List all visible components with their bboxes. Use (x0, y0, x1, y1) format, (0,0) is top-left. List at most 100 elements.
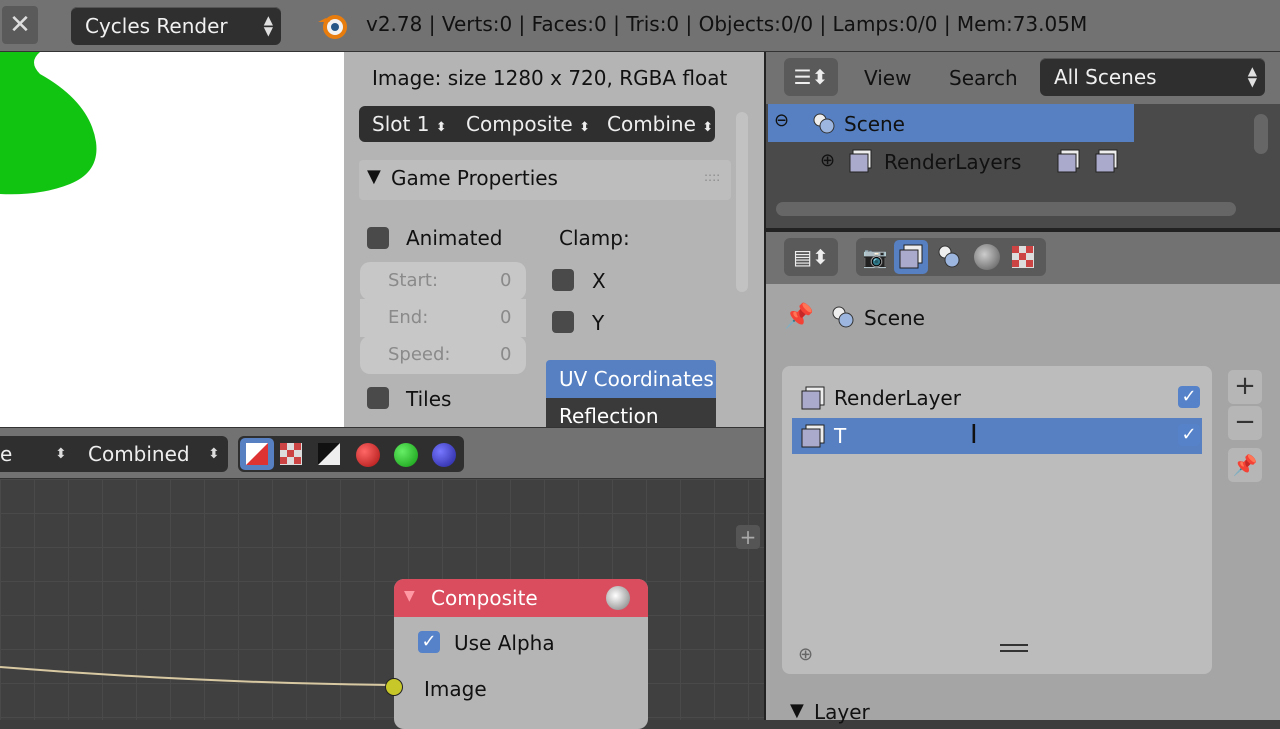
up-down-icon: ▲ ▼ (263, 13, 273, 38)
composite-node[interactable]: ▼ Composite ✓ Use Alpha Image (394, 579, 648, 729)
drag-handle-icon[interactable]: :::: (704, 170, 720, 184)
alpha-checker-icon[interactable] (278, 440, 304, 468)
render-layer-icon (798, 384, 826, 412)
panel-scrollbar[interactable] (736, 112, 748, 292)
pass-dropdown[interactable]: Combined (88, 442, 190, 466)
render-layer-enabled-checkbox[interactable]: ✓ (1178, 386, 1200, 408)
properties-header: ▤⬍ 📷 (766, 232, 1280, 284)
scene-icon (830, 304, 856, 330)
context-scene-label: Scene (864, 306, 925, 330)
scene-statistics: v2.78 | Verts:0 | Faces:0 | Tris:0 | Obj… (366, 12, 1088, 36)
image-editor-header: e ⬍ Combined ⬍ (0, 427, 764, 479)
add-layer-button[interactable]: + (1228, 370, 1262, 404)
outliner-vertical-scrollbar[interactable] (1254, 114, 1268, 154)
render-layer-item-selected[interactable]: T I ✓ (792, 418, 1202, 454)
uv-coordinates-label: UV Coordinates (559, 367, 714, 391)
reflection-label: Reflection (559, 404, 659, 427)
end-label: End: (388, 307, 429, 328)
display-mode-dropdown[interactable]: All Scenes ▲ ▼ (1040, 58, 1265, 96)
end-value: 0 (500, 307, 512, 328)
render-layer-item[interactable]: RenderLayer ✓ (792, 380, 1202, 416)
collapse-triangle-icon[interactable]: ▼ (404, 588, 415, 604)
slot-label: Slot 1 (372, 112, 430, 136)
pin-layer-icon[interactable]: 📌 (1228, 448, 1262, 482)
outliner: ⊖ Scene ⊕ RenderLayers (766, 104, 1280, 228)
texture-tab-icon[interactable] (1010, 244, 1036, 270)
combine-dropdown[interactable]: Combine ⬍ (607, 112, 713, 136)
collapse-triangle-icon: ▼ (367, 166, 381, 187)
blue-channel-icon[interactable] (432, 443, 456, 467)
expand-icon[interactable]: ⊕ (820, 150, 835, 171)
outliner-horizontal-scrollbar[interactable] (776, 202, 1236, 216)
tiles-checkbox[interactable] (367, 387, 389, 409)
editor-type-icon[interactable]: ☰⬍ (784, 58, 838, 96)
list-resize-handle-icon[interactable] (1000, 644, 1028, 652)
image-info: Image: size 1280 x 720, RGBA float (372, 66, 728, 90)
clamp-x-checkbox[interactable] (552, 269, 574, 291)
end-field[interactable]: End: 0 (360, 299, 526, 337)
plus-icon[interactable]: + (736, 525, 760, 549)
slot-dropdown[interactable]: Slot 1 ⬍ (372, 112, 447, 136)
use-alpha-label: Use Alpha (454, 631, 555, 655)
up-down-icon: ⬍ (55, 446, 67, 462)
composite-dropdown[interactable]: Composite ⬍ (466, 112, 590, 136)
uv-coordinates-option[interactable]: UV Coordinates (546, 360, 716, 398)
scene-label: Scene (844, 112, 905, 136)
layer-section-header[interactable]: ▼ Layer (782, 696, 1272, 726)
z-buffer-icon[interactable] (316, 440, 342, 468)
editor-type-icon[interactable]: ▤⬍ (784, 238, 838, 276)
render-tab-icon[interactable]: 📷 (860, 242, 890, 272)
close-icon[interactable]: ✕ (2, 6, 38, 44)
layer-dropdown-label: e (0, 442, 13, 466)
properties-editor: 📌 Scene RenderLayer ✓ T I ✓ ⊕ + − 📌 ▼ La… (766, 284, 1280, 724)
info-header: ✕ Cycles Render ▲ ▼ v2.78 | Verts:0 | Fac… (0, 0, 1280, 52)
render-engine-dropdown[interactable]: Cycles Render ▲ ▼ (71, 7, 281, 45)
render-layer-enabled-checkbox[interactable]: ✓ (1178, 424, 1200, 446)
green-channel-icon[interactable] (394, 443, 418, 467)
start-field[interactable]: Start: 0 (360, 262, 526, 300)
render-layer-list: RenderLayer ✓ T I ✓ ⊕ (782, 366, 1212, 674)
speed-value: 0 (500, 344, 512, 365)
render-layer-icon (1094, 148, 1120, 174)
composite-node-title: Composite (431, 586, 538, 610)
scene-tab-icon[interactable] (934, 242, 964, 272)
render-result-viewport[interactable] (0, 52, 344, 427)
render-layer-icon (1056, 148, 1082, 174)
node-editor[interactable]: + ▼ Composite ✓ Use Alpha Image (0, 479, 764, 729)
scene-icon (812, 111, 836, 135)
game-properties-header[interactable]: ▼ Game Properties :::: (359, 160, 731, 200)
clamp-y-checkbox[interactable] (552, 311, 574, 333)
render-layer-icon (798, 422, 826, 450)
collapse-icon[interactable]: ⊖ (774, 110, 789, 131)
red-channel-icon[interactable] (356, 443, 380, 467)
image-input-socket[interactable] (385, 678, 403, 696)
outliner-row-scene[interactable]: ⊖ Scene (768, 104, 1134, 142)
text-cursor-icon: I (970, 420, 978, 450)
clamp-label: Clamp: (559, 226, 630, 250)
world-tab-icon[interactable] (974, 244, 1000, 270)
render-green-shape (0, 52, 97, 195)
render-engine-label: Cycles Render (85, 14, 228, 38)
color-alpha-icon[interactable] (240, 438, 274, 470)
display-mode-label: All Scenes (1054, 65, 1157, 89)
add-small-icon[interactable]: ⊕ (798, 644, 813, 665)
use-alpha-checkbox[interactable]: ✓ (418, 631, 440, 653)
speed-label: Speed: (388, 344, 451, 365)
pin-icon[interactable]: 📌 (784, 302, 814, 330)
view-menu[interactable]: View (864, 66, 911, 90)
remove-layer-button[interactable]: − (1228, 406, 1262, 440)
search-menu[interactable]: Search (949, 66, 1018, 90)
render-layers-icon (848, 148, 874, 174)
render-layer-name-input[interactable]: T (834, 424, 846, 448)
animated-checkbox[interactable] (367, 227, 389, 249)
composite-node-header[interactable]: ▼ Composite (394, 579, 648, 617)
reflection-option[interactable]: Reflection (546, 398, 716, 427)
clamp-y-label: Y (592, 311, 605, 335)
layer-dropdown[interactable]: e (0, 442, 12, 466)
speed-field[interactable]: Speed: 0 (360, 336, 526, 374)
up-down-icon: ⬍ (208, 446, 220, 462)
render-layers-tab-icon[interactable] (894, 240, 928, 274)
image-socket-label: Image (424, 677, 487, 701)
outliner-row-renderlayers[interactable]: ⊕ RenderLayers (768, 142, 1258, 180)
tiles-label: Tiles (406, 387, 452, 411)
